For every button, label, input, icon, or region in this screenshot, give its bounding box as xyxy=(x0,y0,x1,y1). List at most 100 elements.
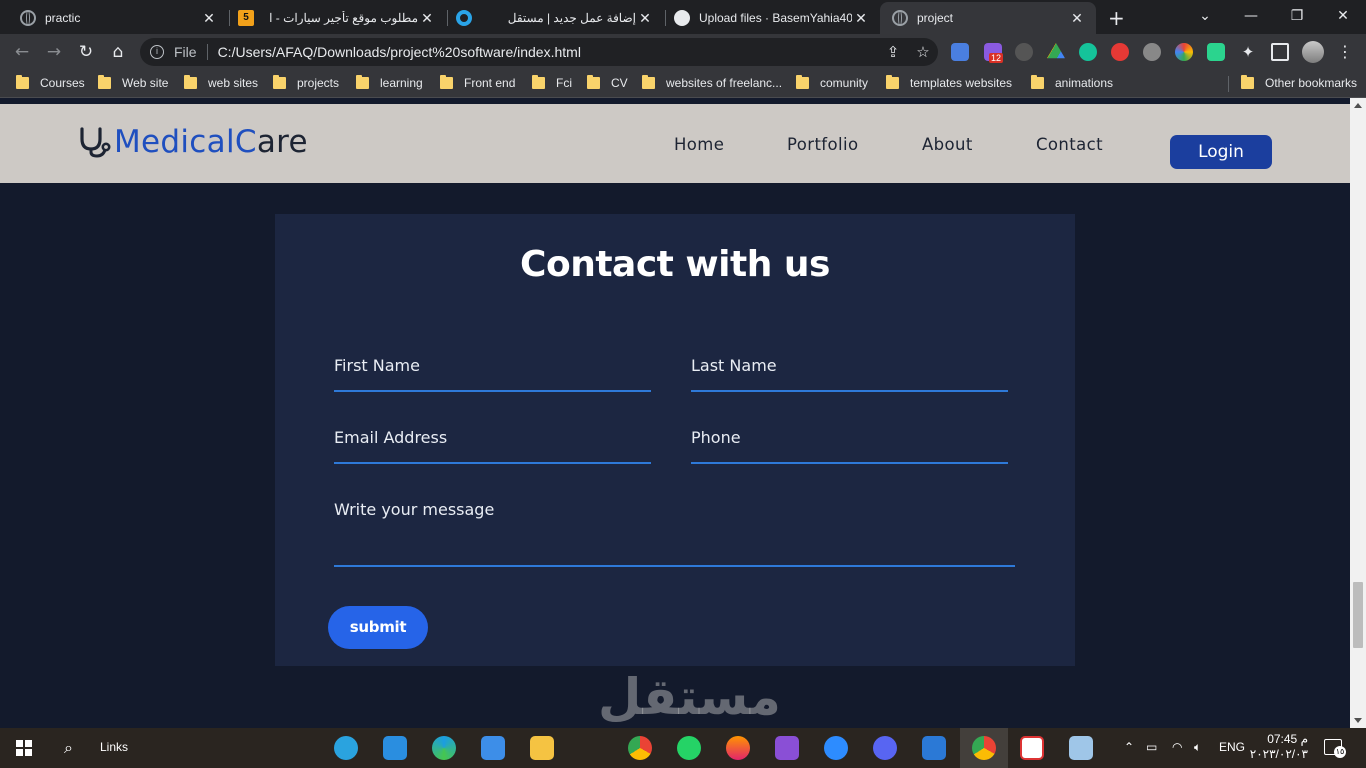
chrome-active-icon[interactable] xyxy=(972,736,996,760)
bookmark-folder[interactable]: templates websites xyxy=(886,75,1012,90)
bookmark-star-icon[interactable]: ☆ xyxy=(908,43,938,61)
bookmark-folder[interactable]: Web site xyxy=(98,75,168,90)
scroll-thumb[interactable] xyxy=(1353,582,1363,648)
folder-icon xyxy=(356,75,369,89)
tab-search-chevron-icon[interactable]: ⌄ xyxy=(1182,0,1228,34)
close-icon[interactable]: ✕ xyxy=(636,10,654,27)
language-indicator[interactable]: ENG xyxy=(1219,740,1245,754)
tab-mostaql[interactable]: إضافة عمل جديد | مستقل ✕ xyxy=(444,2,664,34)
site-logo[interactable]: Medical Care xyxy=(78,124,308,160)
telegram-icon[interactable] xyxy=(334,736,358,760)
back-arrow-icon[interactable]: ← xyxy=(10,40,34,64)
window-close-icon[interactable]: ✕ xyxy=(1320,0,1366,34)
bookmark-folder[interactable]: CV xyxy=(587,75,628,90)
adblock-icon[interactable] xyxy=(1111,43,1129,61)
close-icon[interactable]: ✕ xyxy=(1068,10,1086,27)
folder-icon xyxy=(440,75,453,89)
last-name-field[interactable]: Last Name xyxy=(691,346,1008,392)
home-icon[interactable]: ⌂ xyxy=(106,40,130,64)
grammarly-icon[interactable] xyxy=(1079,43,1097,61)
windows-start-icon[interactable] xyxy=(16,740,32,756)
zoom-icon[interactable] xyxy=(824,736,848,760)
minimize-icon[interactable]: — xyxy=(1228,0,1274,34)
bookmark-folder[interactable]: web sites xyxy=(184,75,259,90)
scroll-down-arrow-icon[interactable] xyxy=(1354,718,1362,723)
nav-contact[interactable]: Contact xyxy=(1036,135,1103,154)
scroll-up-arrow-icon[interactable] xyxy=(1354,103,1362,108)
file-explorer-icon[interactable] xyxy=(530,736,554,760)
translate-extension-icon[interactable] xyxy=(951,43,969,61)
submit-button[interactable]: submit xyxy=(328,606,428,649)
visual-studio-icon[interactable] xyxy=(775,736,799,760)
eye-extension-icon[interactable] xyxy=(1015,43,1033,61)
google-drive-icon[interactable] xyxy=(1047,43,1065,59)
info-icon[interactable]: i xyxy=(150,45,164,59)
login-button[interactable]: Login xyxy=(1170,135,1272,169)
share-icon[interactable]: ⇪ xyxy=(878,43,908,61)
bookmark-folder[interactable]: learning xyxy=(356,75,423,90)
first-name-placeholder: First Name xyxy=(334,356,420,375)
side-panel-icon[interactable] xyxy=(1271,43,1289,61)
folder-icon xyxy=(796,75,809,89)
logo-text-part1: Medical xyxy=(114,124,235,160)
tab-project[interactable]: project ✕ xyxy=(880,2,1096,34)
bookmark-folder[interactable]: animations xyxy=(1031,75,1113,90)
message-textarea[interactable]: Write your message xyxy=(334,490,1015,567)
taskbar-links-label[interactable]: Links xyxy=(100,740,128,754)
nav-portfolio[interactable]: Portfolio xyxy=(787,135,858,154)
search-icon[interactable]: ⌕ xyxy=(64,738,73,758)
extensions-puzzle-icon[interactable]: ✦ xyxy=(1239,43,1257,61)
bookmark-folder[interactable]: Front end xyxy=(440,75,515,90)
battery-icon[interactable]: ▭ xyxy=(1146,740,1157,754)
page-scrollbar[interactable] xyxy=(1350,98,1366,728)
forward-arrow-icon[interactable]: → xyxy=(42,40,66,64)
first-name-field[interactable]: First Name xyxy=(334,346,651,392)
profile-avatar[interactable] xyxy=(1302,41,1324,63)
restore-icon[interactable]: ❐ xyxy=(1274,0,1320,34)
tab-car-rental[interactable]: 5 مطلوب موقع تأجير سيارات - ا ✕ xyxy=(226,2,446,34)
phone-field[interactable]: Phone xyxy=(691,418,1008,464)
mail-icon[interactable] xyxy=(481,736,505,760)
notepad-icon[interactable] xyxy=(1069,736,1093,760)
bookmark-folder[interactable]: Courses xyxy=(16,75,85,90)
firefox-icon[interactable] xyxy=(726,736,750,760)
bookmark-folder[interactable]: comunity xyxy=(796,75,868,90)
tray-chevron-icon[interactable]: ⌃ xyxy=(1124,740,1134,754)
url-text[interactable]: C:/Users/AFAQ/Downloads/project%20softwa… xyxy=(218,44,878,60)
wifi-icon[interactable]: ◠ xyxy=(1172,740,1182,754)
address-bar[interactable]: i File C:/Users/AFAQ/Downloads/project%2… xyxy=(140,38,938,66)
reload-icon[interactable]: ↻ xyxy=(74,40,98,64)
volume-icon[interactable]: 🔈︎ xyxy=(1194,740,1201,755)
globe-icon xyxy=(892,10,908,26)
browser-tabstrip: practic ✕ 5 مطلوب موقع تأجير سيارات - ا … xyxy=(0,0,1366,34)
menu-kebab-icon[interactable]: ⋮ xyxy=(1336,43,1354,61)
other-bookmarks[interactable]: Other bookmarks xyxy=(1241,75,1357,90)
bookmark-folder[interactable]: projects xyxy=(273,75,339,90)
tab-practic[interactable]: practic ✕ xyxy=(8,2,228,34)
folder-icon xyxy=(587,75,600,89)
tab-github[interactable]: Upload files · BasemYahia402 ✕ xyxy=(662,2,880,34)
email-field[interactable]: Email Address xyxy=(334,418,651,464)
whatsapp-icon[interactable] xyxy=(677,736,701,760)
hummingbird-icon[interactable] xyxy=(1207,43,1225,61)
close-icon[interactable]: ✕ xyxy=(200,10,218,27)
close-icon[interactable]: ✕ xyxy=(852,10,870,27)
notification-count-badge: ١٥ xyxy=(1334,746,1346,758)
edge-icon[interactable] xyxy=(432,736,456,760)
bookmark-folder[interactable]: websites of freelanc... xyxy=(642,75,782,90)
nav-about[interactable]: About xyxy=(922,135,973,154)
close-icon[interactable]: ✕ xyxy=(418,10,436,27)
bookmark-folder[interactable]: Fci xyxy=(532,75,572,90)
media-player-icon[interactable] xyxy=(922,736,946,760)
chrome-icon[interactable] xyxy=(628,736,652,760)
color-picker-icon[interactable] xyxy=(1175,43,1193,61)
yb-app-icon[interactable] xyxy=(1020,736,1044,760)
new-tab-plus-icon[interactable]: + xyxy=(1108,6,1125,30)
nav-home[interactable]: Home xyxy=(674,135,724,154)
cursor-extension-icon[interactable] xyxy=(1143,43,1161,61)
discord-icon[interactable] xyxy=(873,736,897,760)
system-clock[interactable]: 07:45 م ٢٠٢٣/٠٢/٠٣ xyxy=(1248,732,1308,762)
clock-time: 07:45 م xyxy=(1267,732,1308,746)
bookmark-label: web sites xyxy=(208,76,259,90)
vscode-icon[interactable] xyxy=(383,736,407,760)
